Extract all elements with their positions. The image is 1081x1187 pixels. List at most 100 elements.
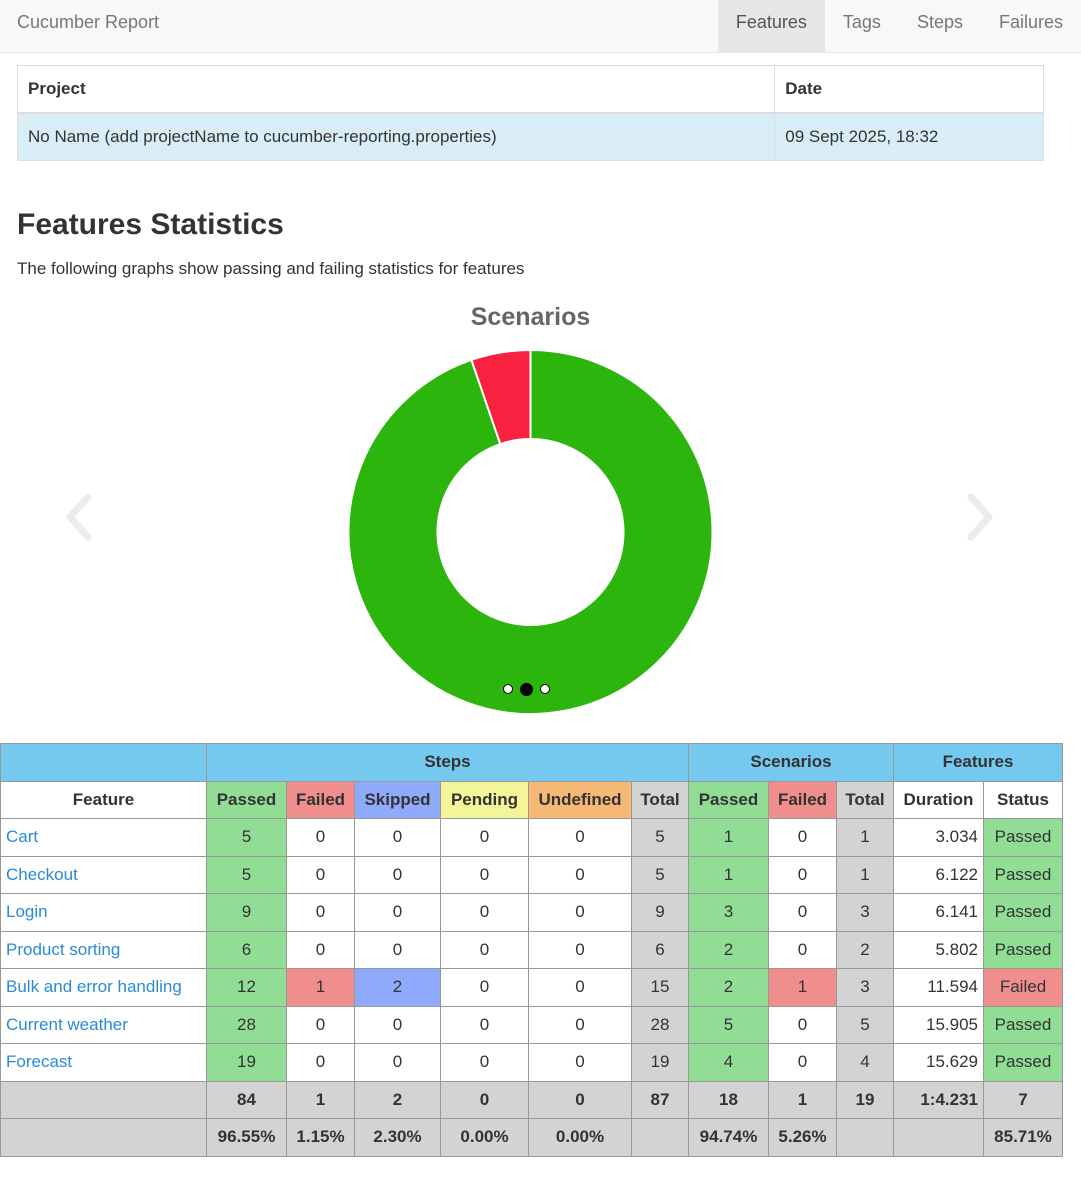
cell-scenarios-total: 1	[836, 818, 894, 857]
cell-steps-undefined: 0	[528, 1043, 632, 1082]
col-header-steps-undefined[interactable]: Undefined	[528, 780, 632, 819]
totals-steps-pending: 0	[440, 1080, 529, 1119]
cell-steps-skipped: 0	[354, 855, 441, 894]
cell-status: Passed	[983, 855, 1063, 894]
cell-duration: 6.141	[893, 893, 984, 932]
nav-item-features[interactable]: Features	[717, 0, 825, 52]
col-header-steps-passed[interactable]: Passed	[206, 780, 287, 819]
percentages-steps-skipped: 2.30%	[354, 1118, 441, 1157]
col-header-status[interactable]: Status	[983, 780, 1063, 819]
cell-scenarios-passed: 1	[688, 855, 769, 894]
cell-duration: 6.122	[893, 855, 984, 894]
chevron-right-icon[interactable]	[965, 493, 997, 541]
cell-scenarios-failed: 0	[768, 1005, 837, 1044]
cell-steps-skipped: 0	[354, 1043, 441, 1082]
cell-steps-pending: 0	[440, 1043, 529, 1082]
col-header-scenarios-total[interactable]: Total	[836, 780, 894, 819]
feature-statistics-table: Steps Scenarios Features Feature Passed …	[0, 743, 1063, 1157]
feature-link[interactable]: Cart	[0, 818, 207, 857]
nav-item-tags[interactable]: Tags	[825, 0, 899, 52]
percentages-steps-failed: 1.15%	[286, 1118, 355, 1157]
totals-steps-undefined: 0	[528, 1080, 632, 1119]
cell-status: Passed	[983, 1043, 1063, 1082]
totals-feature	[0, 1080, 207, 1119]
cell-duration: 3.034	[893, 818, 984, 857]
date-header: Date	[774, 65, 1044, 114]
table-row: Bulk and error handling 12 1 2 0 0 15 2 1 3 11.594…	[0, 968, 1063, 1007]
nav-item-failures[interactable]: Failures	[981, 0, 1081, 52]
cell-scenarios-failed: 0	[768, 818, 837, 857]
cell-scenarios-total: 3	[836, 893, 894, 932]
group-header-empty	[0, 743, 207, 782]
nav-item-steps[interactable]: Steps	[899, 0, 981, 52]
cell-status: Passed	[983, 818, 1063, 857]
col-header-duration[interactable]: Duration	[893, 780, 984, 819]
feature-link[interactable]: Checkout	[0, 855, 207, 894]
table-row: Cart 5 0 0 0 0 5 1 0 1 3.034 Passed	[0, 818, 1063, 857]
carousel-indicators	[503, 683, 550, 696]
cell-scenarios-passed: 2	[688, 930, 769, 969]
col-header-steps-pending[interactable]: Pending	[440, 780, 529, 819]
scenarios-donut-chart	[347, 348, 714, 715]
cell-duration: 11.594	[893, 968, 984, 1007]
feature-link[interactable]: Current weather	[0, 1005, 207, 1044]
carousel-dot[interactable]	[503, 684, 513, 694]
cell-steps-skipped: 0	[354, 1005, 441, 1044]
feature-link[interactable]: Forecast	[0, 1043, 207, 1082]
totals-steps-skipped: 2	[354, 1080, 441, 1119]
col-header-steps-total[interactable]: Total	[631, 780, 689, 819]
cell-steps-total: 9	[631, 893, 689, 932]
cell-scenarios-total: 2	[836, 930, 894, 969]
cell-steps-failed: 0	[286, 818, 355, 857]
totals-duration: 1:4.231	[893, 1080, 984, 1119]
report-date: 09 Sept 2025, 18:32	[774, 112, 1044, 161]
cell-steps-skipped: 2	[354, 968, 441, 1007]
group-header-steps: Steps	[206, 743, 689, 782]
cell-steps-skipped: 0	[354, 930, 441, 969]
cell-steps-passed: 9	[206, 893, 287, 932]
cell-steps-failed: 0	[286, 1005, 355, 1044]
cell-steps-total: 5	[631, 818, 689, 857]
section-title: Features Statistics	[17, 208, 284, 241]
chevron-left-icon[interactable]	[62, 493, 94, 541]
cell-duration: 5.802	[893, 930, 984, 969]
totals-steps-total: 87	[631, 1080, 689, 1119]
project-header: Project	[16, 65, 776, 114]
cell-steps-undefined: 0	[528, 968, 632, 1007]
cell-steps-failed: 0	[286, 930, 355, 969]
percentages-scenarios-failed: 5.26%	[768, 1118, 837, 1157]
percentages-duration	[893, 1118, 984, 1157]
cell-steps-passed: 6	[206, 930, 287, 969]
col-header-steps-failed[interactable]: Failed	[286, 780, 355, 819]
table-row: Current weather 28 0 0 0 0 28 5 0 5 15.905 Passed	[0, 1005, 1063, 1044]
section-description: The following graphs show passing and fa…	[17, 259, 525, 278]
feature-link[interactable]: Product sorting	[0, 930, 207, 969]
feature-link[interactable]: Bulk and error handling	[0, 968, 207, 1007]
table-row: Forecast 19 0 0 0 0 19 4 0 4 15.629 Passed	[0, 1043, 1063, 1082]
cell-steps-passed: 5	[206, 818, 287, 857]
col-header-scenarios-passed[interactable]: Passed	[688, 780, 769, 819]
navbar-brand[interactable]: Cucumber Report	[17, 0, 159, 44]
cell-scenarios-passed: 4	[688, 1043, 769, 1082]
cell-duration: 15.629	[893, 1043, 984, 1082]
table-row: Login 9 0 0 0 0 9 3 0 3 6.141 Passed	[0, 893, 1063, 932]
cell-scenarios-failed: 1	[768, 968, 837, 1007]
cell-scenarios-total: 3	[836, 968, 894, 1007]
percentages-scenarios-passed: 94.74%	[688, 1118, 769, 1157]
col-header-scenarios-failed[interactable]: Failed	[768, 780, 837, 819]
project-info-table: Project Date No Name (add projectName to…	[16, 65, 1044, 161]
cell-steps-failed: 0	[286, 1043, 355, 1082]
feature-link[interactable]: Login	[0, 893, 207, 932]
carousel-dot[interactable]	[540, 684, 550, 694]
cell-steps-failed: 0	[286, 855, 355, 894]
totals-status: 7	[983, 1080, 1063, 1119]
cell-duration: 15.905	[893, 1005, 984, 1044]
carousel-dot-active[interactable]	[520, 683, 533, 696]
cell-scenarios-failed: 0	[768, 930, 837, 969]
cell-scenarios-passed: 1	[688, 818, 769, 857]
cell-status: Passed	[983, 893, 1063, 932]
cell-steps-failed: 1	[286, 968, 355, 1007]
cell-scenarios-total: 5	[836, 1005, 894, 1044]
col-header-steps-skipped[interactable]: Skipped	[354, 780, 441, 819]
col-header-feature[interactable]: Feature	[0, 780, 207, 819]
